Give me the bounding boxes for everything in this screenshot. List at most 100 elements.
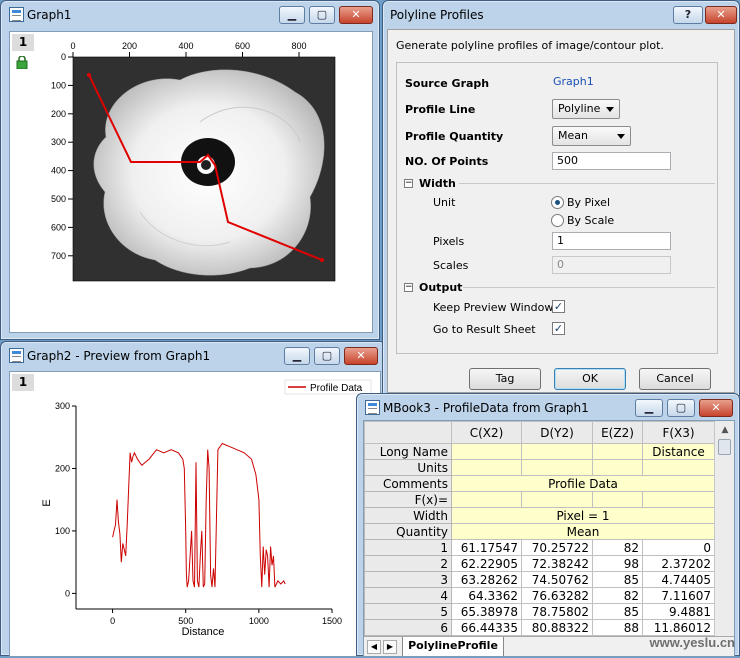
goto-result-checkbox[interactable]: ✓	[552, 322, 565, 335]
width-collapse-toggle[interactable]: −	[404, 179, 413, 188]
row-label[interactable]: Width	[364, 507, 452, 524]
mbook3-titlebar[interactable]: MBook3 - ProfileData from Graph1 ▁ ▢ ✕	[357, 394, 739, 422]
graph1-titlebar[interactable]: Graph1 ▁ ▢ ✕	[1, 1, 379, 29]
data-cell[interactable]: 2.37202	[642, 555, 715, 572]
graph2-page[interactable]: 1 Profile Data 0 500 1000 1500 0 100 200 300 E …	[9, 371, 381, 657]
cancel-button[interactable]: Cancel	[639, 368, 711, 390]
data-cell[interactable]: 72.38242	[521, 555, 593, 572]
label-cell[interactable]	[642, 491, 715, 508]
column-header[interactable]: E(Z2)	[592, 421, 643, 444]
corner-cell[interactable]	[364, 421, 452, 444]
data-cell[interactable]: 82	[592, 587, 643, 604]
data-cell[interactable]: 76.63282	[521, 587, 593, 604]
by-pixel-label[interactable]: By Pixel	[567, 196, 610, 209]
data-cell[interactable]: 11.86012	[642, 619, 715, 636]
label-cell[interactable]	[642, 459, 715, 476]
keep-preview-checkbox[interactable]: ✓	[552, 300, 565, 313]
by-scale-radio[interactable]	[551, 214, 564, 227]
output-collapse-toggle[interactable]: −	[404, 283, 413, 292]
profile-quantity-select[interactable]: Mean	[552, 126, 631, 146]
data-cell[interactable]: 7.11607	[642, 587, 715, 604]
data-cell[interactable]: 80.88322	[521, 619, 593, 636]
maximize-icon[interactable]: ▢	[314, 347, 340, 365]
maximize-icon[interactable]: ▢	[667, 399, 695, 417]
row-number[interactable]: 3	[364, 571, 452, 588]
data-cell[interactable]: 82	[592, 539, 643, 556]
row-label[interactable]: F(x)=	[364, 491, 452, 508]
vertical-scrollbar[interactable]: ▲	[714, 421, 734, 636]
label-cell[interactable]	[592, 459, 643, 476]
data-cell[interactable]: 62.22905	[451, 555, 522, 572]
by-pixel-radio[interactable]	[551, 196, 564, 209]
label-cell[interactable]: Mean	[451, 523, 715, 540]
row-number[interactable]: 5	[364, 603, 452, 620]
data-cell[interactable]: 98	[592, 555, 643, 572]
data-cell[interactable]: 0	[642, 539, 715, 556]
label-cell[interactable]	[521, 443, 593, 460]
help-button[interactable]: ?	[673, 6, 703, 24]
label-cell[interactable]	[451, 491, 522, 508]
data-cell[interactable]: 64.3362	[451, 587, 522, 604]
label-cell[interactable]	[451, 443, 522, 460]
close-icon[interactable]: ✕	[339, 6, 373, 24]
row-number[interactable]: 6	[364, 619, 452, 636]
profile-data-line[interactable]	[112, 442, 286, 588]
row-label[interactable]: Units	[364, 459, 452, 476]
data-cell[interactable]: 9.4881	[642, 603, 715, 620]
worksheet-table[interactable]: C(X2) D(Y2) E(Z2) F(X3) Long Name Distance Uni…	[364, 421, 715, 636]
minimize-icon[interactable]: ▁	[279, 6, 305, 24]
minimize-icon[interactable]: ▁	[284, 347, 310, 365]
data-cell[interactable]: 85	[592, 603, 643, 620]
graph2-titlebar[interactable]: Graph2 - Preview from Graph1 ▁ ▢ ✕	[1, 342, 385, 370]
next-sheet-arrow-icon[interactable]: ▶	[383, 640, 397, 654]
data-cell[interactable]: 65.38978	[451, 603, 522, 620]
close-icon[interactable]: ✕	[344, 347, 378, 365]
column-header[interactable]: D(Y2)	[521, 421, 593, 444]
data-cell[interactable]: 88	[592, 619, 643, 636]
data-cell[interactable]: 74.50762	[521, 571, 593, 588]
label-cell[interactable]	[592, 443, 643, 460]
scroll-thumb[interactable]	[718, 439, 731, 455]
label-cell[interactable]: Distance	[642, 443, 715, 460]
row-label[interactable]: Long Name	[364, 443, 452, 460]
row-number[interactable]: 1	[364, 539, 452, 556]
data-cell[interactable]: 61.17547	[451, 539, 522, 556]
minimize-icon[interactable]: ▁	[635, 399, 663, 417]
ok-button[interactable]: OK	[554, 368, 626, 390]
scroll-up-arrow-icon[interactable]: ▲	[718, 423, 732, 437]
label-cell[interactable]: Pixel = 1	[451, 507, 715, 524]
close-icon[interactable]: ✕	[699, 399, 733, 417]
data-cell[interactable]: 66.44335	[451, 619, 522, 636]
by-scale-label[interactable]: By Scale	[567, 214, 614, 227]
profile-line-select[interactable]: Polyline	[552, 99, 620, 119]
image-plot[interactable]: 0 200 400 600 800 0 100 200 300 400 500 600 700	[10, 32, 374, 334]
data-cell[interactable]: 85	[592, 571, 643, 588]
data-cell[interactable]: 63.28262	[451, 571, 522, 588]
row-label[interactable]: Quantity	[364, 523, 452, 540]
row-label[interactable]: Comments	[364, 475, 452, 492]
row-number[interactable]: 2	[364, 555, 452, 572]
label-cell[interactable]	[451, 459, 522, 476]
label-cell[interactable]	[521, 459, 593, 476]
data-cell[interactable]: 4.74405	[642, 571, 715, 588]
column-header[interactable]: C(X2)	[451, 421, 522, 444]
data-cell[interactable]: 70.25722	[521, 539, 593, 556]
graph1-page[interactable]: 1 0 200 400 600 800 0 100 200 300 400 50…	[9, 31, 373, 333]
label-cell[interactable]	[521, 491, 593, 508]
chart-legend[interactable]: Profile Data	[284, 379, 372, 395]
sheet-tab-polylineprofile[interactable]: PolylineProfile	[402, 637, 504, 656]
label-cell[interactable]	[592, 491, 643, 508]
worksheet-area[interactable]: C(X2) D(Y2) E(Z2) F(X3) Long Name Distance Uni…	[363, 420, 735, 657]
data-cell[interactable]: 78.75802	[521, 603, 593, 620]
close-icon[interactable]: ✕	[705, 6, 737, 24]
label-cell[interactable]: Profile Data	[451, 475, 715, 492]
tag-button[interactable]: Tag	[469, 368, 541, 390]
pixels-input[interactable]: 1	[552, 232, 671, 250]
maximize-icon[interactable]: ▢	[309, 6, 335, 24]
scales-input[interactable]: 0	[552, 256, 671, 274]
profile-chart[interactable]: Profile Data 0 500 1000 1500 0 100 200 300 E Di…	[10, 372, 382, 658]
prev-sheet-arrow-icon[interactable]: ◀	[367, 640, 381, 654]
column-header[interactable]: F(X3)	[642, 421, 715, 444]
num-points-input[interactable]: 500	[552, 152, 671, 170]
row-number[interactable]: 4	[364, 587, 452, 604]
